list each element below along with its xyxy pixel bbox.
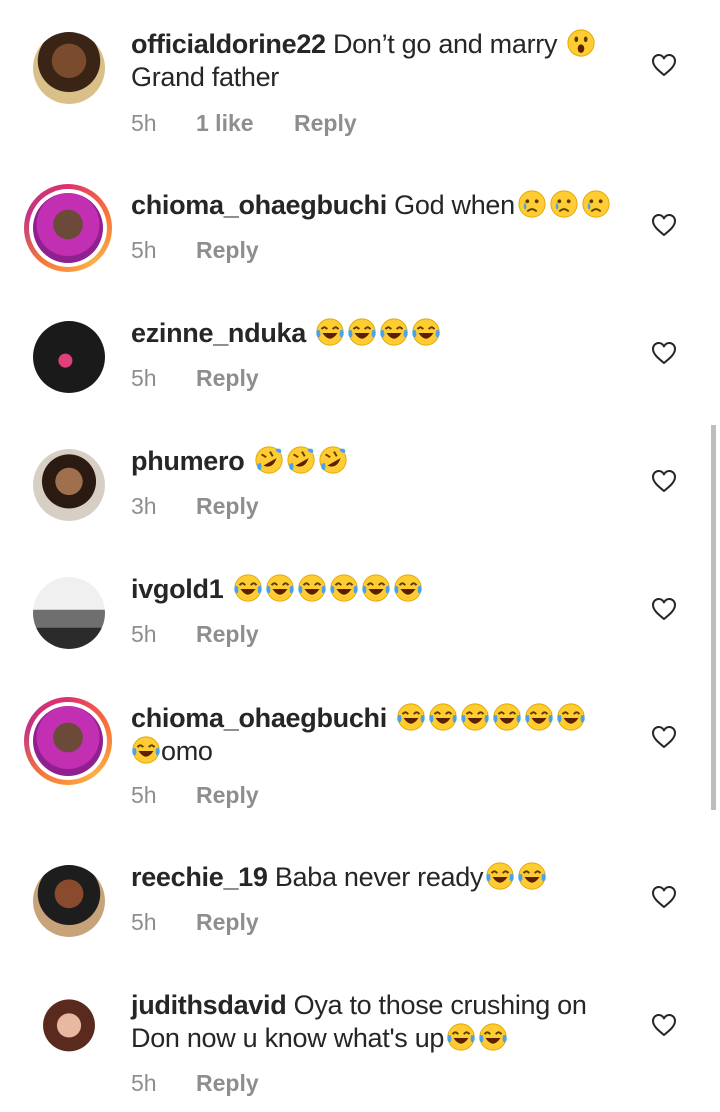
comment-text: [223, 574, 230, 604]
astonished-face-icon: [566, 28, 596, 58]
face-with-tears-of-joy-icon: [393, 573, 423, 603]
heart-outline-icon[interactable]: [651, 213, 677, 237]
rolling-on-floor-laughing-icon: [254, 445, 284, 475]
comment-text: omo: [161, 736, 213, 766]
heart-outline-icon[interactable]: [651, 53, 677, 77]
avatar[interactable]: [33, 577, 105, 649]
heart-outline-icon[interactable]: [651, 341, 677, 365]
face-with-tears-of-joy-icon: [556, 702, 586, 732]
comment-time: 5h: [131, 237, 157, 263]
heart-outline-icon[interactable]: [651, 597, 677, 621]
face-with-tears-of-joy-icon: [428, 702, 458, 732]
heart-outline-icon[interactable]: [651, 725, 677, 749]
comment-username[interactable]: phumero: [131, 446, 245, 476]
comment-likes[interactable]: 1 like: [196, 110, 294, 137]
face-with-tears-of-joy-icon: [460, 702, 490, 732]
avatar-story-ring[interactable]: [24, 697, 112, 785]
comment-text: God when: [386, 190, 515, 220]
avatar[interactable]: [33, 321, 105, 393]
comment-username[interactable]: ezinne_nduka: [131, 318, 306, 348]
crying-face-icon: [549, 189, 579, 219]
avatar-story-ring[interactable]: [24, 184, 112, 272]
comment-time: 5h: [131, 909, 157, 935]
crying-face-icon: [517, 189, 547, 219]
heart-outline-icon[interactable]: [651, 1013, 677, 1037]
comment-username[interactable]: reechie_19: [131, 862, 268, 892]
comment-text: Don’t go and marry: [325, 29, 565, 59]
face-with-tears-of-joy-icon: [396, 702, 426, 732]
comment-time: 5h: [131, 782, 157, 808]
reply-button[interactable]: Reply: [196, 782, 259, 809]
comment-time: 5h: [131, 1070, 157, 1096]
crying-face-icon: [581, 189, 611, 219]
avatar[interactable]: [33, 993, 105, 1065]
reply-button[interactable]: Reply: [196, 493, 259, 520]
comment-text-continued: Don now u know what's up: [131, 1023, 445, 1053]
face-with-tears-of-joy-icon: [233, 573, 263, 603]
comment-time: 3h: [131, 493, 157, 519]
avatar: [33, 706, 103, 776]
face-with-tears-of-joy-icon: [478, 1022, 508, 1052]
rolling-on-floor-laughing-icon: [286, 445, 316, 475]
face-with-tears-of-joy-icon: [411, 317, 441, 347]
rolling-on-floor-laughing-icon: [318, 445, 348, 475]
comment-username[interactable]: chioma_ohaegbuchi: [131, 190, 387, 220]
face-with-tears-of-joy-icon: [361, 573, 391, 603]
reply-button[interactable]: Reply: [196, 1070, 259, 1097]
face-with-tears-of-joy-icon: [446, 1022, 476, 1052]
avatar[interactable]: [33, 32, 105, 104]
face-with-tears-of-joy-icon: [297, 573, 327, 603]
face-with-tears-of-joy-icon: [131, 735, 161, 765]
comment-time: 5h: [131, 365, 157, 391]
heart-outline-icon[interactable]: [651, 885, 677, 909]
face-with-tears-of-joy-icon: [315, 317, 345, 347]
comment-text: Oya to those crushing on: [286, 990, 587, 1020]
avatar: [33, 193, 103, 263]
face-with-tears-of-joy-icon: [485, 861, 515, 891]
face-with-tears-of-joy-icon: [329, 573, 359, 603]
comment-text: Baba never ready: [267, 862, 484, 892]
comment-username[interactable]: officialdorine22: [131, 29, 326, 59]
avatar[interactable]: [33, 865, 105, 937]
heart-outline-icon[interactable]: [651, 469, 677, 493]
comment-time: 5h: [131, 110, 157, 136]
face-with-tears-of-joy-icon: [524, 702, 554, 732]
comment-text: [244, 446, 251, 476]
reply-button[interactable]: Reply: [196, 621, 259, 648]
comment-username[interactable]: ivgold1: [131, 574, 224, 604]
reply-button[interactable]: Reply: [196, 365, 259, 392]
reply-button[interactable]: Reply: [196, 237, 259, 264]
comment-username[interactable]: chioma_ohaegbuchi: [131, 703, 387, 733]
comment-text: [306, 318, 313, 348]
face-with-tears-of-joy-icon: [492, 702, 522, 732]
scrollbar[interactable]: [711, 425, 716, 810]
face-with-tears-of-joy-icon: [265, 573, 295, 603]
comment-text-continued: Grand father: [131, 62, 279, 92]
face-with-tears-of-joy-icon: [379, 317, 409, 347]
face-with-tears-of-joy-icon: [347, 317, 377, 347]
comment-username[interactable]: judithsdavid: [131, 990, 287, 1020]
comment-time: 5h: [131, 621, 157, 647]
reply-button[interactable]: Reply: [196, 909, 259, 936]
reply-button[interactable]: Reply: [294, 110, 357, 137]
avatar[interactable]: [33, 449, 105, 521]
face-with-tears-of-joy-icon: [517, 861, 547, 891]
